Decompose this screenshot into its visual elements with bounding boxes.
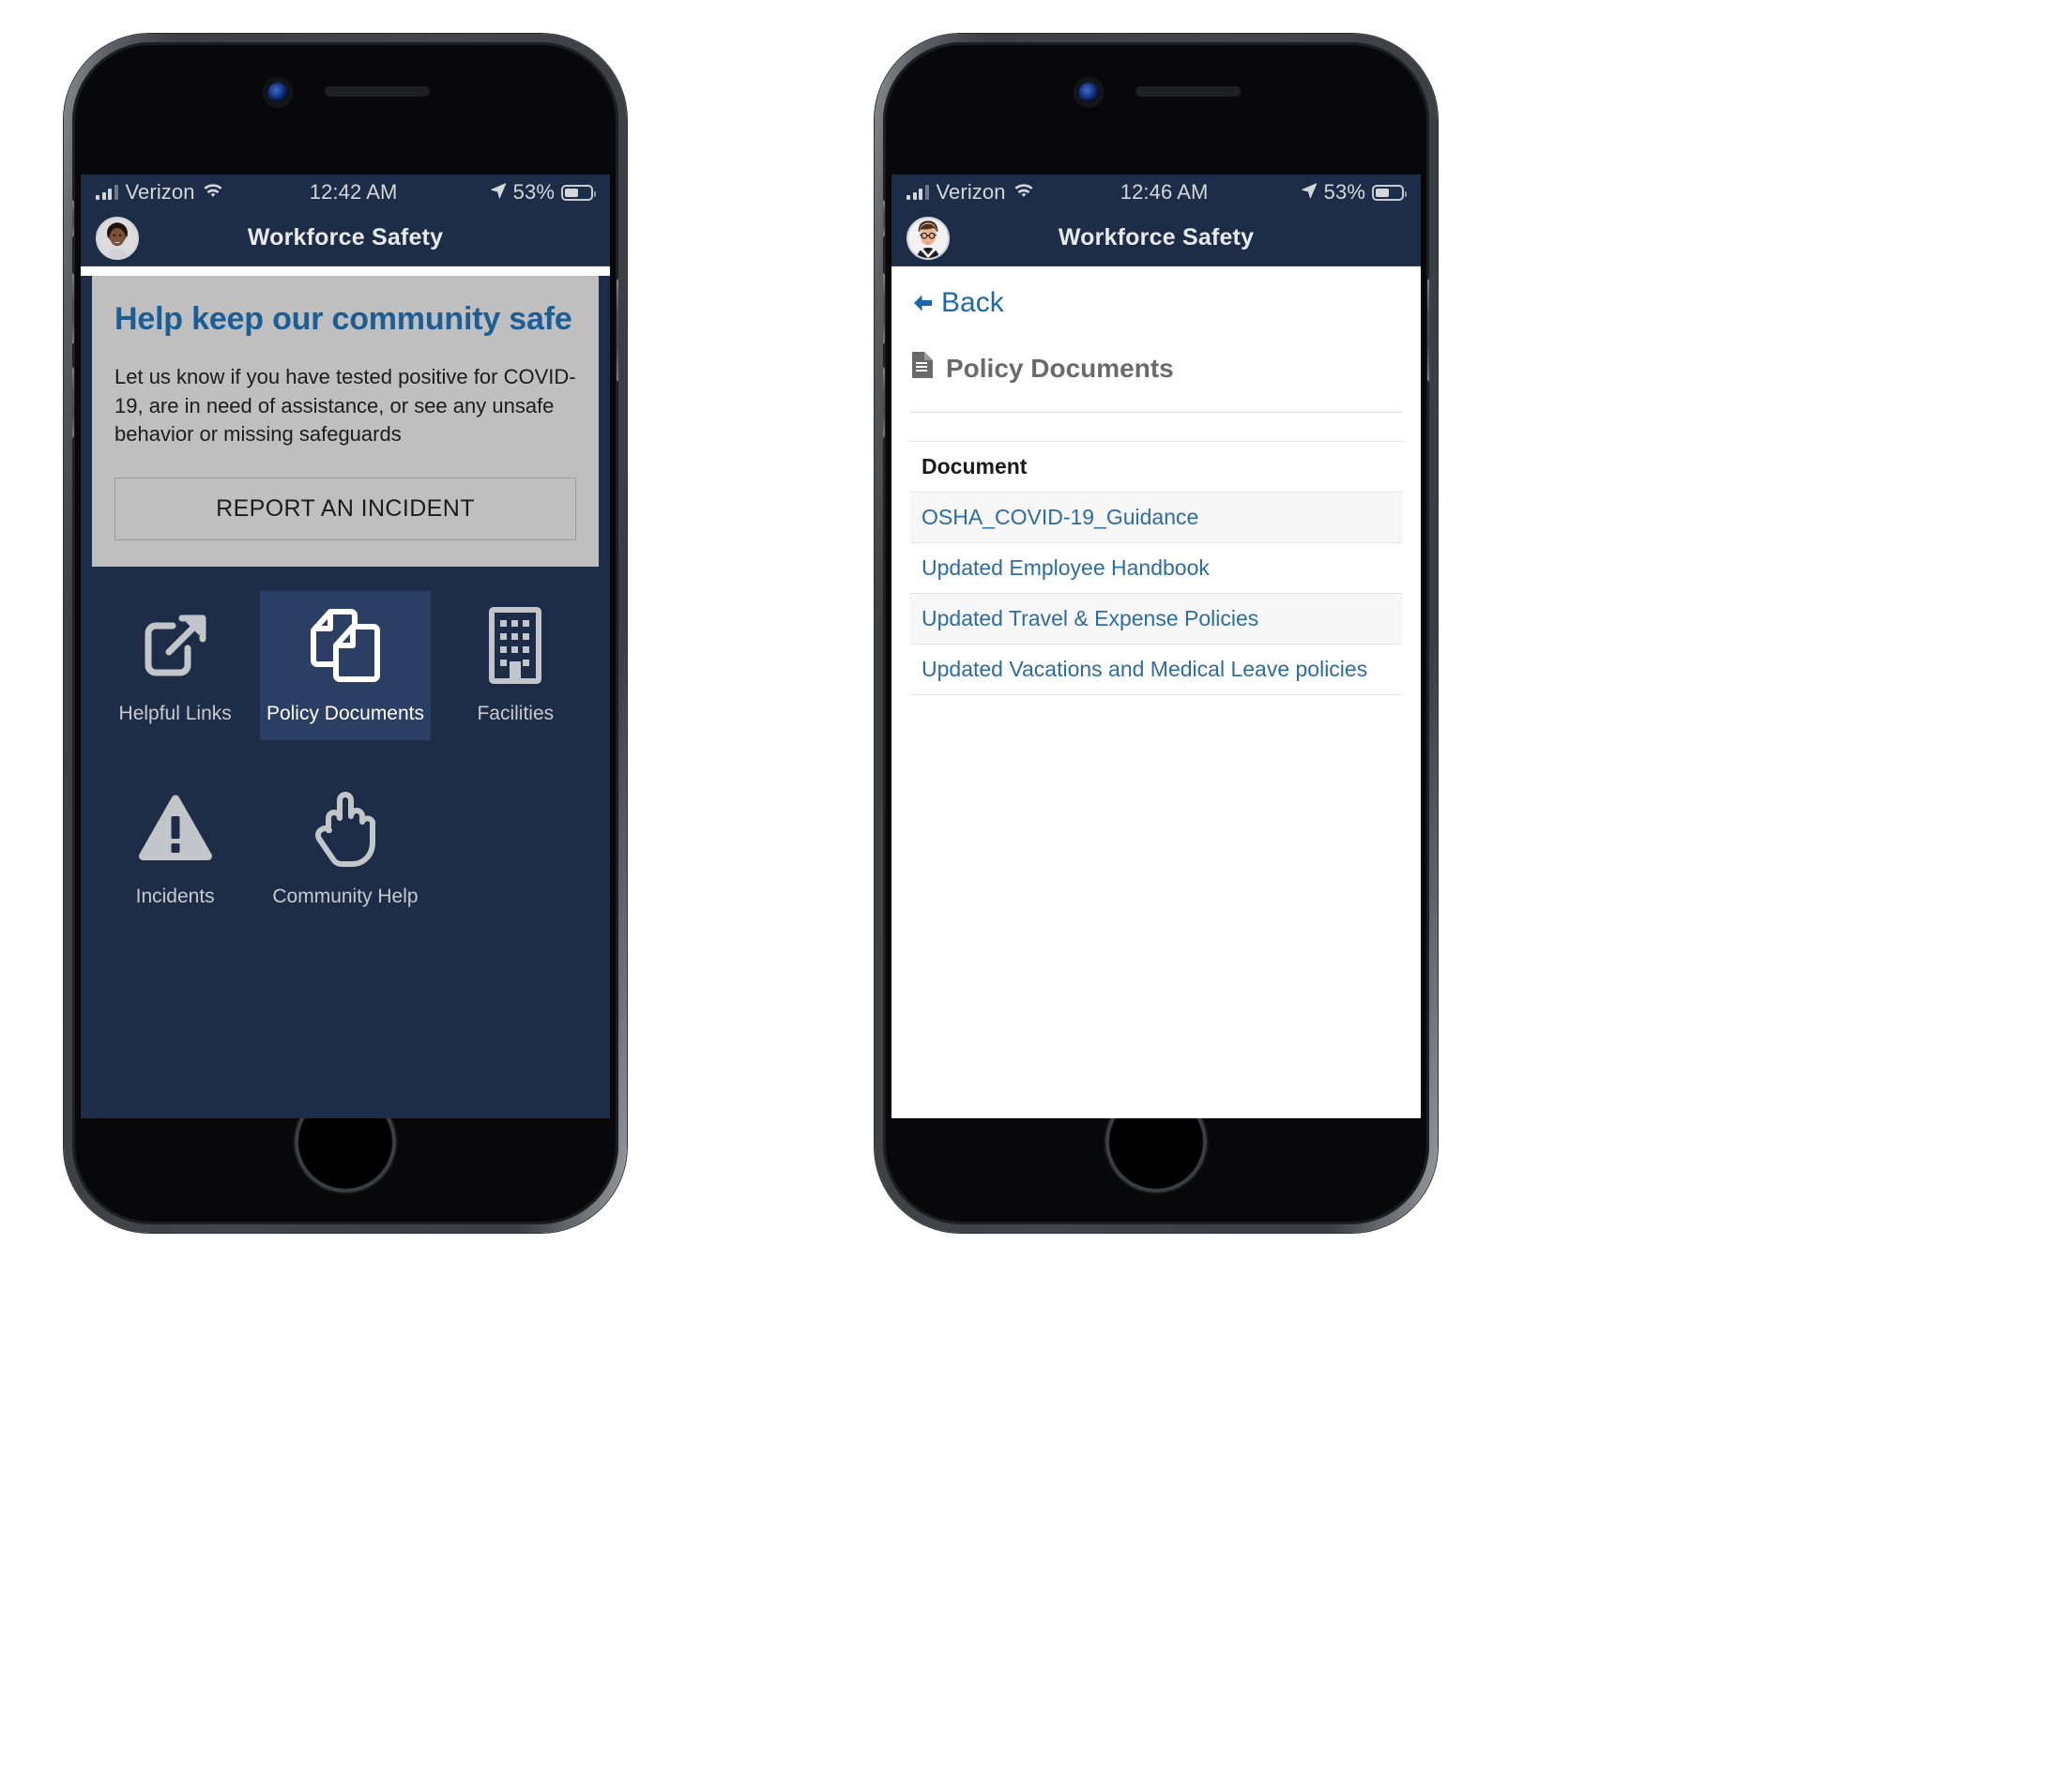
table-row[interactable]: Updated Employee Handbook — [910, 542, 1402, 594]
screen-right: Verizon 12:46 AM 53% Workforce Safety Ba… — [891, 174, 1421, 1118]
table-row[interactable]: Updated Vacations and Medical Leave poli… — [910, 644, 1402, 695]
avatar[interactable] — [96, 216, 139, 260]
column-header-document: Document — [910, 441, 1402, 493]
external-link-icon — [135, 602, 216, 689]
screenshot-stage: Verizon 12:42 AM 53% Workforce Safety He… — [0, 0, 2072, 1775]
tile-community-help[interactable]: Community Help — [260, 774, 430, 924]
volume-down-button[interactable] — [883, 367, 885, 438]
front-camera-icon — [267, 83, 288, 102]
tile-label: Community Help — [272, 886, 419, 908]
status-clock: 12:42 AM — [309, 180, 398, 204]
battery-icon — [1372, 184, 1407, 201]
power-button[interactable] — [617, 279, 618, 382]
power-button[interactable] — [1427, 279, 1429, 382]
location-arrow-icon — [1301, 180, 1318, 205]
section-header: Policy Documents — [910, 351, 1402, 413]
front-camera-icon — [1078, 83, 1099, 102]
table-cell-document: Updated Vacations and Medical Leave poli… — [910, 644, 1402, 695]
battery-icon — [561, 184, 596, 201]
battery-percent-label: 53% — [1323, 180, 1365, 204]
screen-left: Verizon 12:42 AM 53% Workforce Safety He… — [81, 174, 610, 1118]
card-body-text: Let us know if you have tested positive … — [114, 365, 576, 447]
card-heading: Help keep our community safe — [114, 301, 572, 337]
raised-hand-icon — [308, 785, 383, 872]
documents-icon — [306, 602, 385, 689]
warning-triangle-icon — [135, 785, 216, 872]
tile-label: Facilities — [477, 702, 555, 724]
battery-percent-label: 53% — [512, 180, 555, 204]
policy-documents-screen: Back Policy Documents Document OSHA_COVI… — [891, 266, 1421, 1118]
page-title: Workforce Safety — [1058, 224, 1255, 250]
location-arrow-icon — [490, 180, 507, 205]
document-link[interactable]: OSHA_COVID-19_Guidance — [922, 505, 1198, 529]
carrier-label: Verizon — [936, 180, 1006, 204]
status-right-group: 53% — [1301, 180, 1407, 205]
home-screen-content: Help keep our community safe Let us know… — [81, 276, 610, 1118]
mute-switch[interactable] — [883, 200, 885, 237]
tile-grid: Helpful Links Policy Documents Facilitie… — [81, 567, 610, 924]
phone-body-right: Verizon 12:46 AM 53% Workforce Safety Ba… — [883, 42, 1429, 1224]
status-left-group: Verizon — [96, 180, 223, 205]
table-cell-document: Updated Employee Handbook — [910, 542, 1402, 594]
tile-label: Incidents — [135, 886, 215, 908]
table-cell-document: Updated Travel & Expense Policies — [910, 593, 1402, 645]
phone-device-left: Verizon 12:42 AM 53% Workforce Safety He… — [64, 34, 627, 1233]
arrow-left-icon — [910, 291, 935, 315]
status-clock: 12:46 AM — [1120, 180, 1209, 204]
earpiece-speaker — [1135, 86, 1241, 97]
app-navbar-left: Workforce Safety — [81, 210, 610, 266]
document-link[interactable]: Updated Employee Handbook — [922, 555, 1210, 580]
status-bar-left: Verizon 12:42 AM 53% — [81, 174, 610, 210]
mute-switch[interactable] — [72, 200, 74, 237]
table-row[interactable]: OSHA_COVID-19_Guidance — [910, 492, 1402, 543]
back-label: Back — [941, 287, 1004, 318]
report-an-incident-button[interactable]: REPORT AN INCIDENT — [114, 477, 576, 540]
status-bar-right: Verizon 12:46 AM 53% — [891, 174, 1421, 210]
avatar[interactable] — [906, 216, 950, 260]
volume-down-button[interactable] — [72, 367, 74, 438]
section-title: Policy Documents — [946, 353, 1174, 383]
page-title: Workforce Safety — [247, 224, 444, 250]
table-header-row: Document — [910, 441, 1402, 493]
back-button[interactable]: Back — [910, 287, 1402, 319]
table-cell-document: OSHA_COVID-19_Guidance — [910, 492, 1402, 543]
volume-up-button[interactable] — [883, 273, 885, 344]
tile-policy-documents[interactable]: Policy Documents — [260, 590, 431, 741]
phone-body-left: Verizon 12:42 AM 53% Workforce Safety He… — [72, 42, 618, 1224]
tile-incidents[interactable]: Incidents — [90, 774, 260, 924]
carrier-label: Verizon — [125, 180, 195, 204]
earpiece-speaker — [325, 86, 430, 97]
signal-bars-icon — [906, 185, 929, 200]
status-right-group: 53% — [490, 180, 596, 205]
table-body: OSHA_COVID-19_Guidance Updated Employee … — [910, 492, 1402, 695]
document-link[interactable]: Updated Vacations and Medical Leave poli… — [922, 657, 1367, 681]
document-icon — [910, 351, 935, 386]
tile-label: Policy Documents — [266, 702, 424, 724]
building-icon — [482, 602, 548, 689]
signal-bars-icon — [96, 185, 118, 200]
table-row[interactable]: Updated Travel & Expense Policies — [910, 593, 1402, 645]
tile-label: Helpful Links — [118, 702, 232, 724]
volume-up-button[interactable] — [72, 273, 74, 344]
table-head: Document — [910, 441, 1402, 493]
status-left-group: Verizon — [906, 180, 1034, 205]
tile-facilities[interactable]: Facilities — [431, 591, 601, 741]
document-link[interactable]: Updated Travel & Expense Policies — [922, 606, 1258, 630]
phone-device-right: Verizon 12:46 AM 53% Workforce Safety Ba… — [875, 34, 1438, 1233]
policy-documents-table: Document OSHA_COVID-19_Guidance Updated … — [910, 441, 1402, 695]
tile-helpful-links[interactable]: Helpful Links — [90, 591, 260, 741]
app-navbar-right: Workforce Safety — [891, 210, 1421, 266]
community-safety-card: Help keep our community safe Let us know… — [92, 276, 599, 567]
